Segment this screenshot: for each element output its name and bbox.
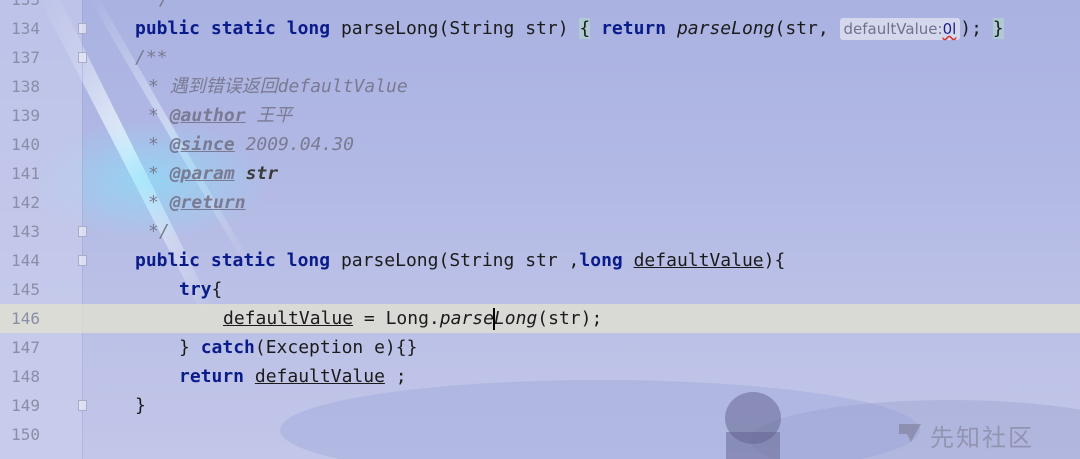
comment-prefix: * — [148, 192, 170, 213]
code-text: public static long parseLong(String str)… — [135, 18, 1004, 40]
comment-text: * @param str — [148, 159, 278, 188]
hint-label: defaultValue: — [843, 20, 943, 38]
javadoc-tag: @return — [169, 192, 246, 213]
comment-start: /** — [135, 47, 168, 68]
hint-value: 0l — [942, 20, 957, 38]
closing-brace: } — [135, 395, 146, 416]
keyword: public — [135, 18, 201, 39]
comment-text: * 遇到错误返回defaultValue — [148, 72, 408, 101]
class-name: Long. — [385, 308, 440, 329]
comment-prefix: * — [148, 105, 170, 126]
code-text: try{ — [179, 279, 223, 300]
fold-marker-icon[interactable] — [78, 400, 87, 411]
method-call: parseLong — [676, 18, 775, 39]
code-line-144[interactable]: 144 public static long parseLong(String … — [0, 246, 1080, 275]
tag-value: 2009.04.30 — [245, 134, 354, 155]
comment-prefix: * — [148, 134, 170, 155]
keyword: catch — [200, 337, 255, 358]
method-name: parseLong — [340, 250, 439, 271]
parameter-hint: defaultValue:0l — [839, 18, 961, 40]
comment-prefix: * — [148, 163, 170, 184]
fold-marker-icon[interactable] — [78, 226, 87, 237]
line-number: 138 — [11, 77, 40, 96]
line-number: 134 — [11, 19, 40, 38]
args: (str, — [774, 18, 840, 39]
code-line-140[interactable]: 140 * @since 2009.04.30 — [0, 130, 1080, 159]
keyword: public — [135, 250, 201, 271]
comment-text: * @return — [148, 188, 246, 217]
line-number: 140 — [11, 135, 40, 154]
comment-text: * @since 2009.04.30 — [148, 130, 354, 159]
brace: } — [992, 18, 1004, 39]
method-name: parseLong — [340, 18, 439, 39]
comment-text: * @author 王平 — [148, 101, 292, 130]
comment-body: 遇到错误返回defaultValue — [169, 76, 408, 97]
code-text: defaultValue = Long.parseLong(str); — [223, 308, 603, 330]
variable: defaultValue — [223, 308, 354, 329]
params: (Exception e) — [254, 337, 396, 358]
line-number: 147 — [11, 338, 40, 357]
line-number: 148 — [11, 367, 40, 386]
javadoc-tag: @param — [169, 163, 235, 184]
comment-end: */ — [148, 0, 170, 14]
code-line-143[interactable]: 143 */ — [0, 217, 1080, 246]
javadoc-tag: @since — [169, 134, 235, 155]
method-call: Long — [493, 308, 538, 329]
param-default-value: defaultValue — [633, 250, 764, 271]
line-number: 142 — [11, 193, 40, 212]
code-line-133[interactable]: 133 */ — [0, 0, 1080, 14]
line-number: 133 — [6, 0, 40, 14]
keyword: long — [286, 250, 331, 271]
wallpaper-silhouette — [725, 392, 781, 459]
code-line-137[interactable]: 137 /** — [0, 43, 1080, 72]
keyword: return — [179, 366, 245, 387]
line-number: 143 — [11, 222, 40, 241]
keyword: long — [579, 250, 623, 271]
line-number: 144 — [11, 251, 40, 270]
brace: { — [579, 18, 591, 39]
keyword: return — [601, 18, 667, 39]
code-text: return defaultValue ; — [179, 366, 407, 387]
code-line-149[interactable]: 149 } — [0, 391, 1080, 420]
args: (str); — [537, 308, 603, 329]
line-number: 141 — [11, 164, 40, 183]
code-line-141[interactable]: 141 * @param str — [0, 159, 1080, 188]
tag-value: 王平 — [256, 105, 293, 126]
param-name: str — [245, 163, 279, 184]
code-line-139[interactable]: 139 * @author 王平 — [0, 101, 1080, 130]
code-line-148[interactable]: 148 return defaultValue ; — [0, 362, 1080, 391]
code-line-147[interactable]: 147 } catch(Exception e){} — [0, 333, 1080, 362]
method-call: parse — [439, 308, 494, 329]
code-line-145[interactable]: 145 try{ — [0, 275, 1080, 304]
line-number: 145 — [11, 280, 40, 299]
fold-marker-icon[interactable] — [78, 23, 87, 34]
code-text: } catch(Exception e){} — [179, 337, 418, 358]
fold-marker-icon[interactable] — [78, 255, 87, 266]
keyword: static — [210, 18, 276, 39]
line-number: 139 — [11, 106, 40, 125]
fold-marker-icon[interactable] — [78, 52, 87, 63]
keyword: static — [210, 250, 276, 271]
line-number: 150 — [11, 425, 40, 444]
javadoc-tag: @author — [169, 105, 246, 126]
code-line-134[interactable]: 134 public static long parseLong(String … — [0, 14, 1080, 43]
code-line-146-current[interactable]: 146 defaultValue = Long.parseLong(str); — [0, 304, 1080, 333]
variable: defaultValue — [254, 366, 385, 387]
params: (String str , — [438, 250, 580, 271]
code-line-138[interactable]: 138 * 遇到错误返回defaultValue — [0, 72, 1080, 101]
params: (String str) — [438, 18, 569, 39]
line-number: 149 — [11, 396, 40, 415]
watermark-logo-icon — [899, 424, 921, 442]
comment-end: */ — [148, 221, 170, 242]
watermark-text: 先知社区 — [930, 424, 1034, 452]
code-line-142[interactable]: 142 * @return — [0, 188, 1080, 217]
comment-prefix: * — [148, 76, 170, 97]
line-number: 137 — [11, 48, 40, 67]
code-text: public static long parseLong(String str … — [135, 250, 786, 271]
keyword: try — [179, 279, 212, 300]
line-number: 146 — [11, 309, 40, 328]
keyword: long — [286, 18, 331, 39]
